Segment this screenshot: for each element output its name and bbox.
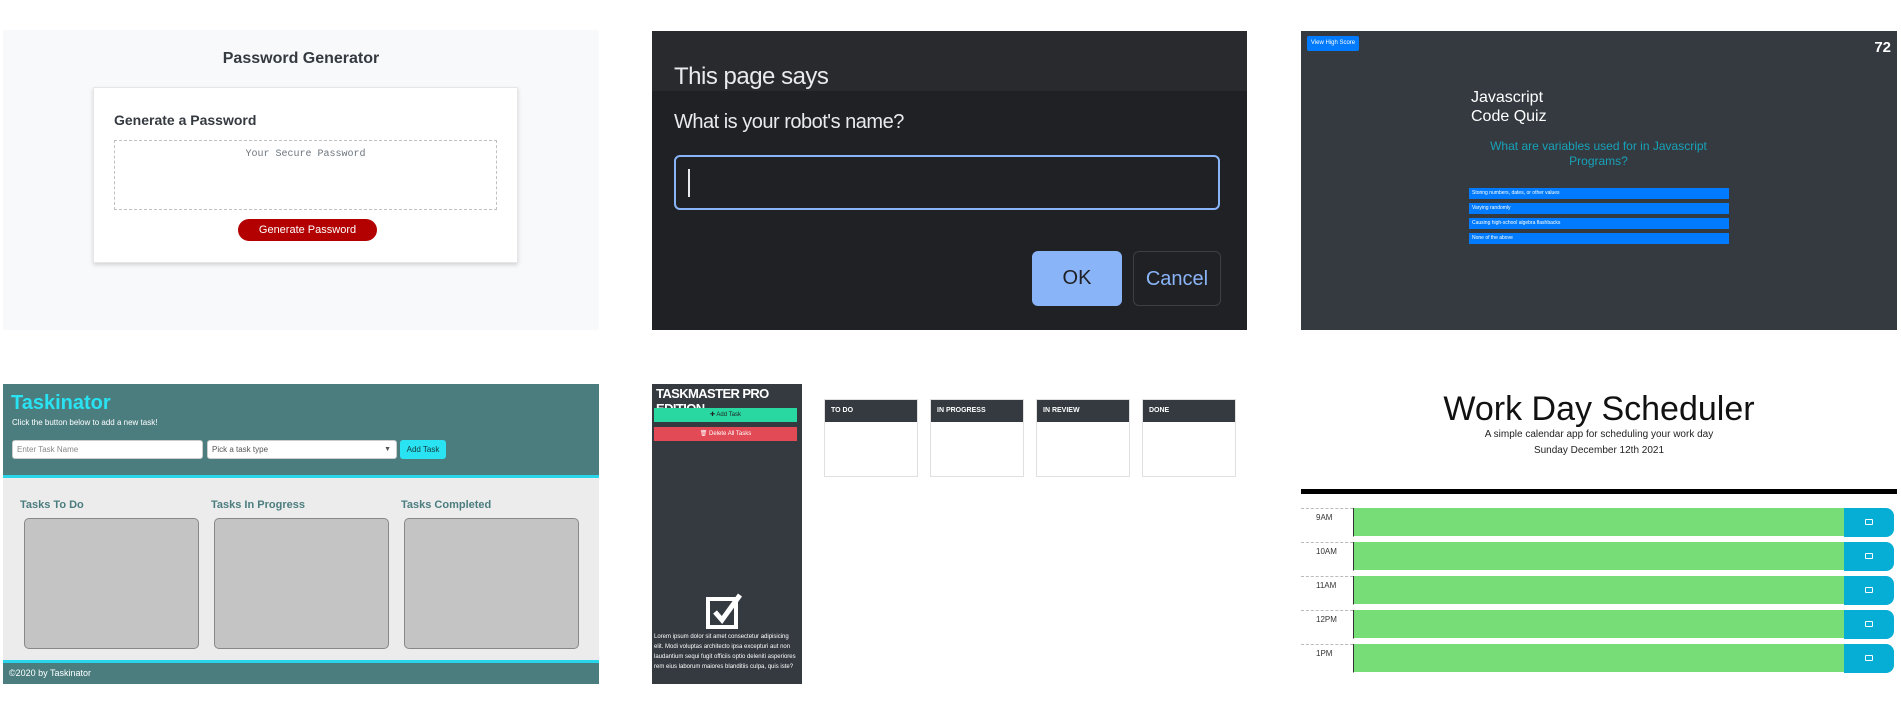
- password-card: Generate a Password Your Secure Password…: [93, 87, 518, 263]
- save-button[interactable]: [1844, 644, 1894, 673]
- page-title: Password Generator: [222, 50, 380, 67]
- task-type-select[interactable]: Pick a task type ▼: [207, 440, 397, 459]
- footer: ©2020 by Taskinator: [3, 660, 599, 684]
- quiz-title-line1: Javascript: [1471, 89, 1544, 106]
- generate-password-button[interactable]: Generate Password: [238, 219, 377, 241]
- quiz-timer: 72: [1874, 39, 1891, 56]
- chevron-down-icon: ▼: [384, 446, 391, 453]
- card-heading: Generate a Password: [114, 112, 257, 128]
- page-title: Work Day Scheduler: [1443, 390, 1755, 428]
- text-caret: [688, 169, 690, 197]
- cancel-button[interactable]: Cancel: [1133, 251, 1221, 306]
- event-textarea[interactable]: [1353, 542, 1844, 571]
- answer-button[interactable]: Storing numbers, dates, or other values: [1469, 188, 1729, 199]
- column-header: IN PROGRESS: [931, 400, 1023, 422]
- save-button[interactable]: [1844, 576, 1894, 605]
- quiz-title: Javascript Code Quiz: [1471, 88, 1591, 126]
- sidebar: TASKMASTER PRO EDITION ✚ Add Task 🗑 Dele…: [652, 384, 802, 684]
- dialog-title: This page says: [674, 63, 829, 90]
- column-title-completed: Tasks Completed: [401, 499, 492, 511]
- task-type-value: Pick a task type: [212, 445, 269, 454]
- save-icon: [1865, 553, 1873, 559]
- hour-label: 1PM: [1301, 644, 1353, 673]
- quiz-question: What are variables used for in Javascrip…: [1490, 139, 1707, 168]
- description-text: Lorem ipsum dolor sit amet consectetur a…: [654, 634, 796, 670]
- delete-all-tasks-button[interactable]: 🗑 Delete All Tasks: [654, 427, 797, 441]
- scheduler-panel: Work Day Scheduler A simple calendar app…: [1301, 384, 1897, 684]
- page-subtitle: A simple calendar app for scheduling you…: [1484, 429, 1714, 440]
- column-header: IN REVIEW: [1037, 400, 1129, 422]
- prompt-dialog-panel: This page says What is your robot's name…: [652, 31, 1247, 330]
- time-block-row: 1PM: [1301, 644, 1897, 673]
- column-header: TO DO: [825, 400, 917, 422]
- tasks-todo-list: [24, 518, 199, 649]
- column-in-review: IN REVIEW: [1036, 399, 1130, 477]
- dialog-message: What is your robot's name?: [674, 111, 904, 133]
- view-high-score-button[interactable]: View High Score: [1307, 36, 1359, 51]
- event-textarea[interactable]: [1353, 576, 1844, 605]
- add-task-button[interactable]: ✚ Add Task: [654, 408, 797, 422]
- hour-label: 12PM: [1301, 610, 1353, 639]
- answer-list: Storing numbers, dates, or other values …: [1469, 188, 1729, 248]
- footer-text: ©2020 by Taskinator: [9, 668, 92, 678]
- ok-button[interactable]: OK: [1032, 251, 1122, 306]
- taskinator-panel: Taskinator Click the button below to add…: [3, 384, 599, 684]
- save-icon: [1865, 621, 1873, 627]
- event-textarea[interactable]: [1353, 644, 1844, 673]
- time-block-row: 10AM: [1301, 542, 1897, 571]
- tasks-completed-list: [404, 518, 579, 649]
- answer-button[interactable]: None of the above: [1469, 233, 1729, 244]
- column-todo: TO DO: [824, 399, 918, 477]
- password-textarea[interactable]: Your Secure Password: [114, 140, 497, 210]
- hour-label: 11AM: [1301, 576, 1353, 605]
- save-icon: [1865, 519, 1873, 525]
- hour-label: 9AM: [1301, 508, 1353, 537]
- app-subtitle: Click the button below to add a new task…: [12, 418, 158, 427]
- column-title-in-progress: Tasks In Progress: [211, 499, 305, 511]
- answer-button[interactable]: Causing high-school algebra flashbacks: [1469, 218, 1729, 229]
- divider: [1301, 489, 1897, 494]
- save-button[interactable]: [1844, 610, 1894, 639]
- password-generator-panel: Password Generator Generate a Password Y…: [3, 30, 599, 330]
- taskmaster-panel: TASKMASTER PRO EDITION ✚ Add Task 🗑 Dele…: [652, 384, 1247, 684]
- column-header: DONE: [1143, 400, 1235, 422]
- answer-button[interactable]: Varying randomly: [1469, 203, 1729, 214]
- column-title-todo: Tasks To Do: [20, 499, 84, 511]
- tasks-in-progress-list: [214, 518, 389, 649]
- app-title: Taskinator: [11, 392, 111, 414]
- save-button[interactable]: [1844, 542, 1894, 571]
- task-name-input[interactable]: Enter Task Name: [12, 440, 203, 459]
- event-textarea[interactable]: [1353, 610, 1844, 639]
- column-in-progress: IN PROGRESS: [930, 399, 1024, 477]
- current-date: Sunday December 12th 2021: [1533, 445, 1665, 456]
- quiz-title-line2: Code Quiz: [1471, 108, 1547, 125]
- checkbox-icon: [706, 593, 743, 629]
- save-button[interactable]: [1844, 508, 1894, 537]
- time-block-row: 12PM: [1301, 610, 1897, 639]
- taskinator-header: Taskinator Click the button below to add…: [3, 384, 599, 478]
- column-done: DONE: [1142, 399, 1236, 477]
- hour-label: 10AM: [1301, 542, 1353, 571]
- add-task-button[interactable]: Add Task: [400, 440, 446, 459]
- save-icon: [1865, 655, 1873, 661]
- code-quiz-panel: View High Score 72 Javascript Code Quiz …: [1301, 31, 1897, 330]
- time-block-row: 9AM: [1301, 508, 1897, 537]
- event-textarea[interactable]: [1353, 508, 1844, 537]
- save-icon: [1865, 587, 1873, 593]
- time-block-row: 11AM: [1301, 576, 1897, 605]
- robot-name-input[interactable]: [674, 155, 1220, 210]
